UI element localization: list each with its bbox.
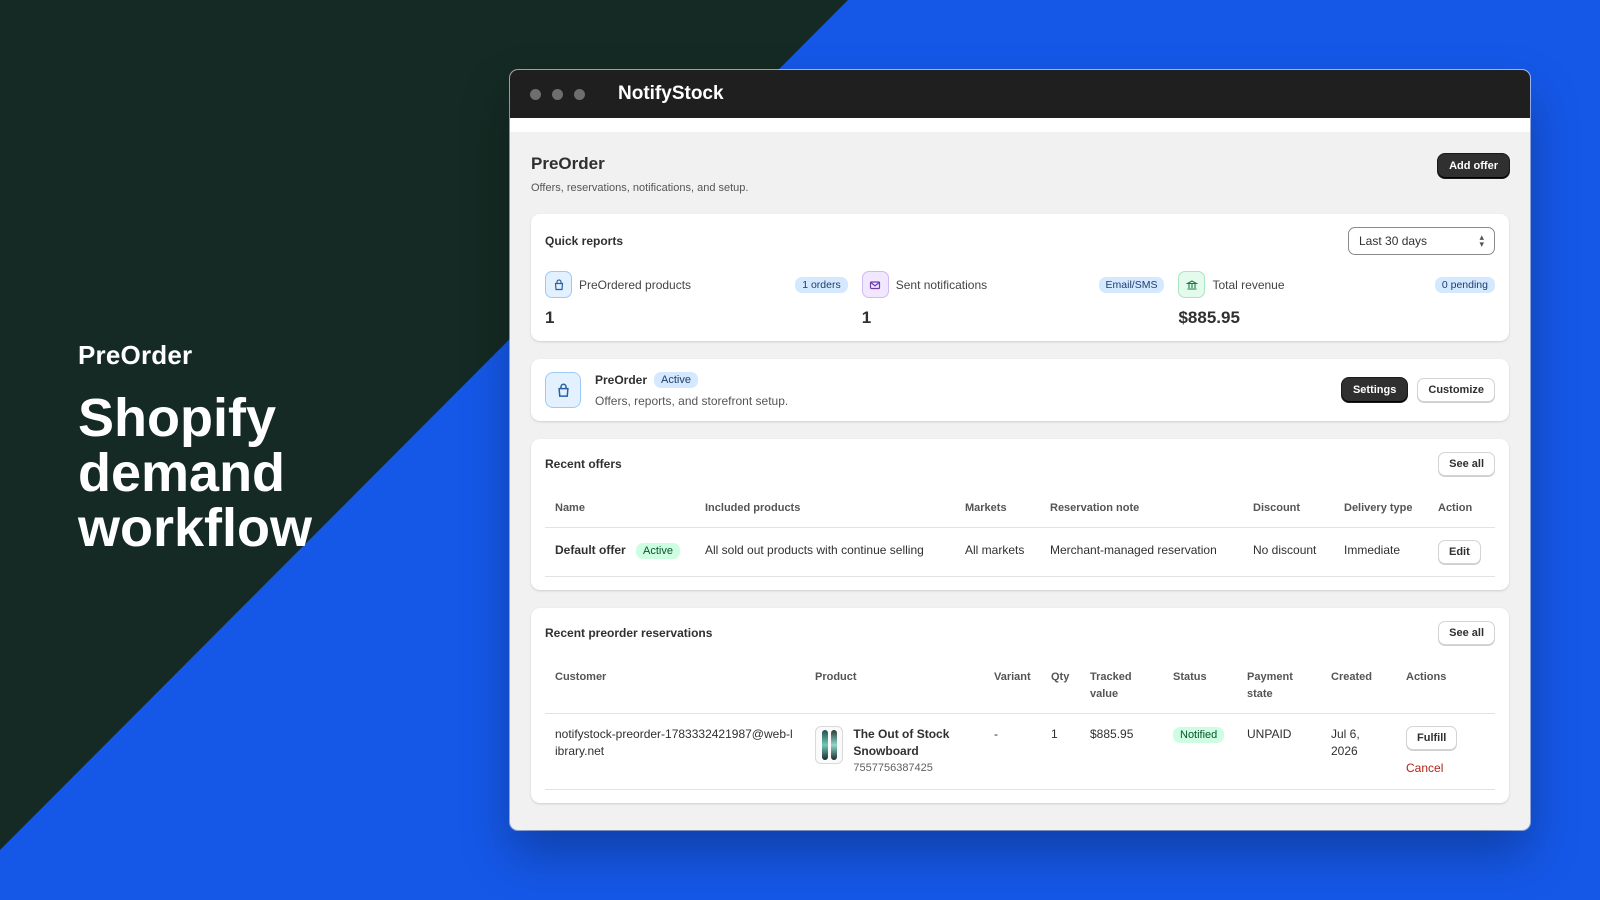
offer-name-cell: Default offer Active [545, 527, 695, 577]
bank-icon [1178, 271, 1206, 298]
metric-total-revenue: Total revenue 0 pending $885.95 [1178, 271, 1495, 328]
recent-offers-card: Recent offers See all Name Included prod… [531, 439, 1509, 590]
metric-label: Total revenue [1212, 277, 1285, 292]
product-id: 7557756387425 [853, 762, 933, 774]
cancel-link[interactable]: Cancel [1406, 760, 1485, 777]
offer-name[interactable]: Default offer [555, 543, 626, 557]
page-subtitle: Offers, reservations, notifications, and… [531, 182, 749, 194]
page-header: PreOrder Offers, reservations, notificat… [531, 154, 1509, 214]
column-header: Variant [994, 671, 1031, 683]
page-title: PreOrder [531, 154, 605, 173]
column-header: Discount [1253, 502, 1301, 514]
payment-state-cell: UNPAID [1237, 713, 1321, 790]
included-products-cell: All sold out products with continue sell… [695, 527, 955, 577]
product-name[interactable]: The Out of Stock Snowboard [853, 726, 974, 760]
markets-cell: All markets [955, 527, 1040, 577]
shopping-bag-icon [545, 372, 581, 408]
actions-cell: Fulfill Cancel [1396, 713, 1495, 790]
date-range-select[interactable]: Last 30 days ▴ ▾ [1348, 227, 1495, 255]
table-row: Default offer Active All sold out produc… [545, 527, 1495, 577]
hero-kicker: PreOrder [78, 340, 193, 370]
metric-value: $885.95 [1178, 308, 1240, 327]
column-header: Qty [1051, 671, 1070, 683]
settings-button[interactable]: Settings [1341, 378, 1408, 402]
hero: PreOrder Shopify demand workflow [78, 340, 338, 556]
status-badge: Active [654, 372, 698, 388]
delivery-type-cell: Immediate [1334, 527, 1428, 577]
created-cell: Jul 6, 2026 [1321, 713, 1396, 790]
column-header: Delivery type [1344, 502, 1413, 514]
offers-see-all-button[interactable]: See all [1438, 452, 1495, 476]
metric-badge: 0 pending [1434, 276, 1495, 293]
window-top-strip [510, 118, 1530, 132]
recent-offers-title: Recent offers [545, 457, 622, 471]
reservations-see-all-button[interactable]: See all [1438, 621, 1495, 645]
window-app-name: NotifyStock [618, 83, 724, 104]
app-status-name: PreOrder [595, 373, 648, 387]
status-badge: Notified [1173, 727, 1225, 743]
product-cell: The Out of Stock Snowboard 7557756387425 [805, 713, 984, 790]
qty-cell: 1 [1041, 713, 1080, 790]
column-header: Action [1438, 502, 1473, 514]
window-minimize-dot[interactable] [552, 88, 563, 100]
reservations-title: Recent preorder reservations [545, 626, 713, 640]
metric-value: 1 [861, 308, 872, 327]
date-range-value: Last 30 days [1359, 234, 1428, 248]
metric-preordered-products: PreOrdered products 1 orders 1 [545, 271, 862, 328]
window-close-dot[interactable] [530, 88, 541, 100]
status-cell: Notified [1163, 713, 1237, 790]
metric-label: PreOrdered products [579, 277, 692, 292]
add-offer-button[interactable]: Add offer [1438, 154, 1509, 178]
status-badge: Active [636, 543, 680, 559]
column-header: Reservation note [1050, 502, 1140, 514]
select-chevrons-icon: ▴ ▾ [1479, 232, 1484, 249]
fulfill-button[interactable]: Fulfill [1406, 726, 1458, 750]
product-thumbnail-image [815, 726, 844, 764]
hero-title: Shopify demand workflow [78, 388, 313, 558]
column-header: Status [1173, 671, 1207, 683]
tracked-value-cell: $885.95 [1080, 713, 1163, 790]
metric-sent-notifications: Sent notifications Email/SMS 1 [861, 271, 1179, 328]
customize-button[interactable]: Customize [1417, 378, 1495, 402]
column-header: Payment state [1247, 671, 1293, 700]
column-header: Customer [555, 671, 607, 683]
edit-offer-button[interactable]: Edit [1438, 540, 1481, 564]
customer-cell: notifystock-preorder-1783332421987@web-l… [545, 713, 805, 790]
column-header: Name [555, 502, 585, 514]
shopping-bag-icon [545, 271, 572, 298]
metric-label: Sent notifications [895, 277, 988, 292]
metric-badge: 1 orders [795, 276, 848, 293]
metric-badge: Email/SMS [1098, 276, 1165, 293]
column-header: Included products [705, 502, 801, 514]
app-status-card: PreOrder Active Offers, reports, and sto… [531, 359, 1509, 421]
column-header: Created [1331, 671, 1372, 683]
envelope-icon [861, 271, 889, 298]
table-row: notifystock-preorder-1783332421987@web-l… [545, 713, 1495, 790]
column-header: Tracked value [1090, 671, 1132, 700]
window-maximize-dot[interactable] [574, 88, 585, 100]
page-content: PreOrder Offers, reservations, notificat… [510, 132, 1530, 803]
reservations-table: Customer Product Variant Qty Tracked val… [545, 659, 1495, 790]
quick-reports-card: Quick reports Last 30 days ▴ ▾ PreOrdered… [531, 214, 1509, 341]
column-header: Actions [1406, 671, 1447, 683]
variant-cell: - [984, 713, 1041, 790]
app-window: NotifyStock PreOrder Offers, reservation… [510, 70, 1530, 830]
metric-value: 1 [545, 308, 555, 327]
window-titlebar: NotifyStock [510, 70, 1530, 118]
reservations-card: Recent preorder reservations See all Cus… [531, 608, 1509, 803]
app-status-description: Offers, reports, and storefront setup. [595, 394, 789, 408]
metrics-row: PreOrdered products 1 orders 1 Sent noti… [545, 271, 1495, 328]
action-cell: Edit [1428, 527, 1495, 577]
quick-reports-title: Quick reports [545, 234, 624, 248]
offers-table: Name Included products Markets Reservati… [545, 490, 1495, 577]
reservation-note-cell: Merchant-managed reservation [1040, 527, 1243, 577]
discount-cell: No discount [1243, 527, 1334, 577]
column-header: Product [815, 671, 857, 683]
column-header: Markets [965, 502, 1007, 514]
